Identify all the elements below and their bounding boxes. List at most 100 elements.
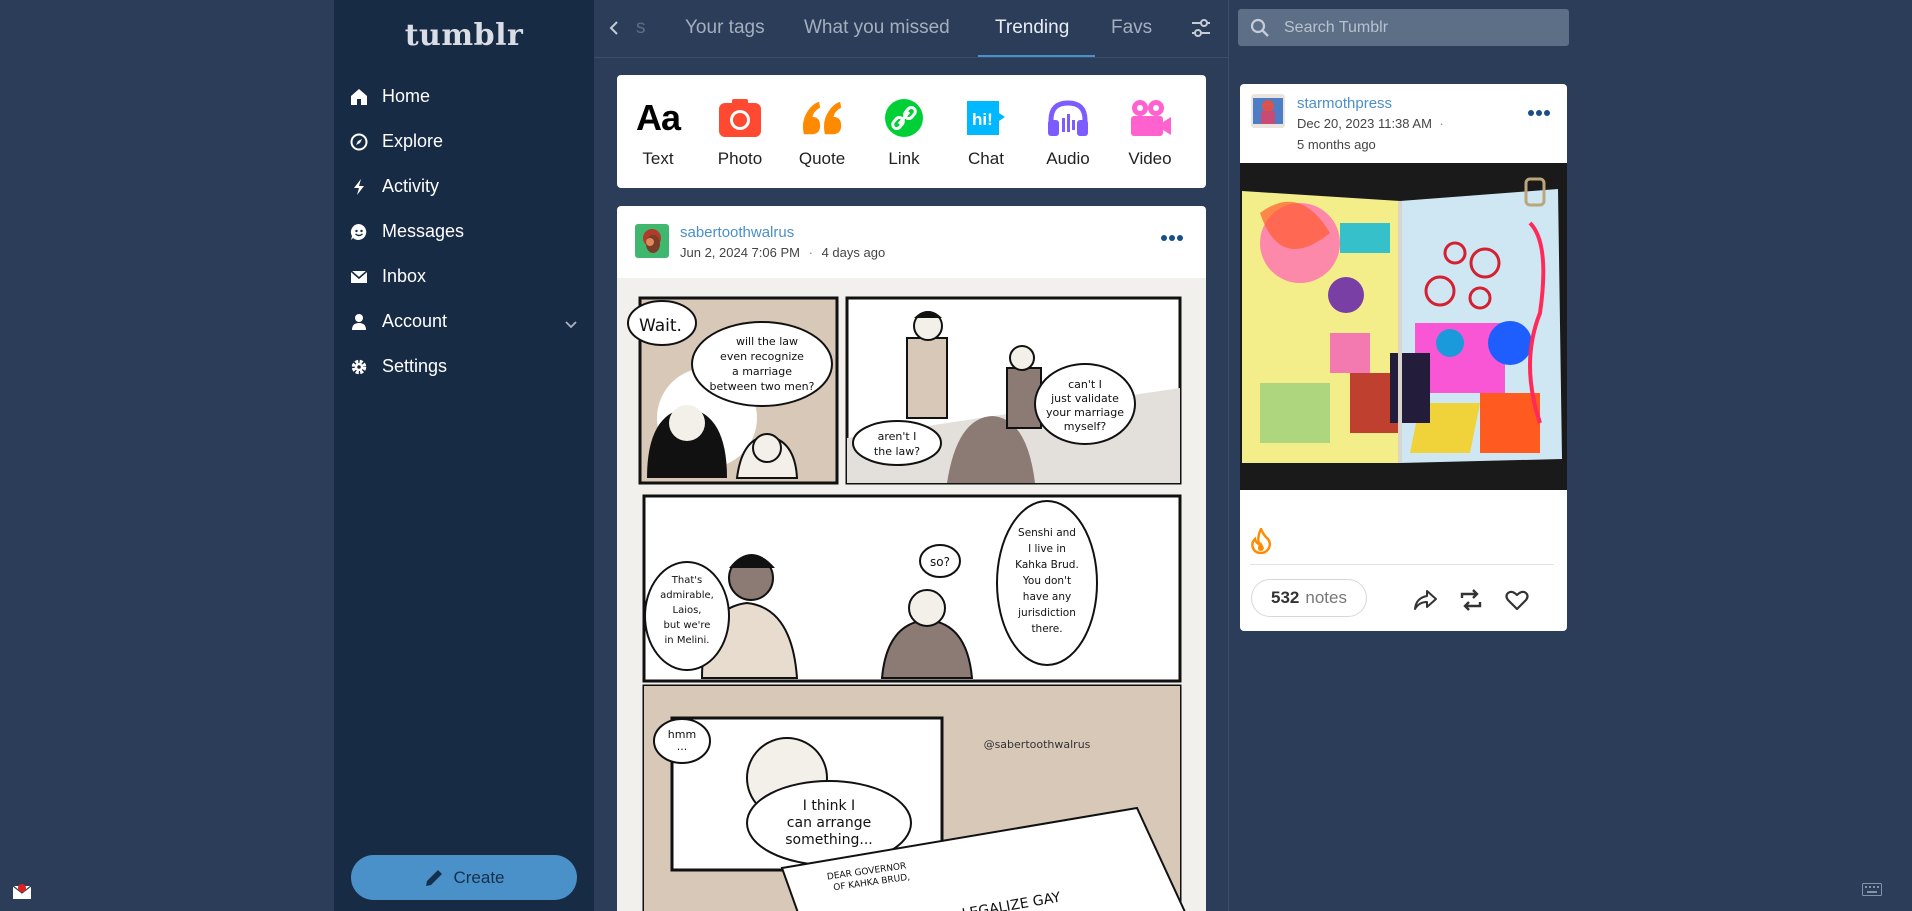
- nav-label: Activity: [382, 176, 440, 196]
- blog-name-link[interactable]: starmothpress: [1297, 95, 1392, 112]
- search-input[interactable]: [1284, 18, 1544, 37]
- nav-item-settings[interactable]: Settings: [334, 344, 594, 389]
- nav-item-activity[interactable]: Activity: [334, 164, 594, 209]
- post-type-video[interactable]: Video: [1109, 75, 1191, 188]
- camera-icon: [718, 97, 762, 139]
- post-type-photo[interactable]: Photo: [699, 75, 781, 188]
- chevron-down-icon[interactable]: [564, 315, 578, 329]
- comic-caption-2b-1: can't I: [1068, 378, 1102, 391]
- nav-item-account[interactable]: Account: [334, 299, 594, 344]
- comic-caption-3a-2: admirable,: [660, 590, 714, 601]
- feed-tabs: s Your tags What you missed Trending Fav…: [594, 0, 1228, 58]
- comic-caption-2a-1: aren't I: [878, 430, 917, 443]
- main-nav: Home Explore Activity Messages Inbox Acc…: [334, 74, 594, 389]
- tab-your-tags[interactable]: Your tags: [685, 17, 765, 39]
- comic-caption-3a-5: in Melini.: [665, 635, 710, 646]
- comic-caption-1b-2: even recognize: [720, 350, 804, 363]
- tab-partial[interactable]: s: [636, 17, 646, 39]
- sliders-icon[interactable]: [1190, 17, 1212, 39]
- tab-favs[interactable]: Favs: [1111, 17, 1152, 39]
- nav-item-messages[interactable]: Messages: [334, 209, 594, 254]
- nav-label: Explore: [382, 131, 444, 151]
- comic-caption-3c-6: jurisdiction: [1017, 607, 1076, 619]
- post-image-sketchbook[interactable]: [1240, 163, 1567, 490]
- avatar[interactable]: [1251, 94, 1285, 128]
- comic-caption-4b-1: I think I: [803, 798, 855, 814]
- post-type-label: Quote: [798, 149, 846, 168]
- share-icon[interactable]: [1412, 587, 1438, 613]
- comic-caption-1b-1: will the law: [736, 335, 798, 348]
- comic-caption-1b-3: a marriage: [732, 365, 792, 378]
- comic-caption-3c-7: there.: [1031, 623, 1062, 635]
- post-meta: Dec 20, 2023 11:38 AM ·: [1297, 116, 1444, 131]
- post-type-chat[interactable]: hi! Chat: [945, 75, 1027, 188]
- pencil-icon: [426, 869, 443, 886]
- video-camera-icon: [1128, 97, 1172, 139]
- mail-notification-icon[interactable]: [12, 882, 32, 900]
- reblog-icon[interactable]: [1458, 587, 1484, 613]
- post-type-quote[interactable]: Quote: [781, 75, 863, 188]
- post-type-label: Link: [888, 149, 920, 168]
- tab-trending[interactable]: Trending: [995, 17, 1069, 39]
- comic-artist-credit: @sabertoothwalrus: [984, 738, 1091, 751]
- comic-caption-3c-2: I live in: [1028, 543, 1066, 555]
- comic-caption-4b-2: can arrange: [787, 815, 871, 831]
- envelope-icon: [350, 268, 368, 286]
- side-post-card: starmothpress Dec 20, 2023 11:38 AM · 5 …: [1240, 84, 1567, 631]
- comic-caption-3a-4: but we're: [664, 620, 711, 631]
- more-options-icon[interactable]: [1527, 109, 1551, 117]
- nav-label: Settings: [382, 356, 448, 376]
- nav-label: Inbox: [382, 266, 427, 286]
- create-button[interactable]: Create: [351, 855, 577, 900]
- comic-caption-3c-5: have any: [1023, 591, 1071, 603]
- comic-caption-2b-4: myself?: [1064, 420, 1107, 433]
- post-type-label: Audio: [1046, 149, 1090, 168]
- nav-label: Messages: [382, 221, 465, 241]
- post-image-comic[interactable]: Wait. will the law even recognize a marr…: [617, 278, 1206, 911]
- blog-name-link[interactable]: sabertoothwalrus: [680, 224, 794, 241]
- lightning-icon: [350, 178, 368, 196]
- tumblr-logo[interactable]: tumblr: [334, 18, 594, 53]
- notes-label: notes: [1305, 588, 1347, 607]
- person-icon: [350, 313, 368, 331]
- quote-icon: [800, 97, 844, 139]
- comic-caption-2a-2: the law?: [874, 445, 920, 458]
- post-type-bar: Aa Text Photo Quote Link hi! Chat Audio …: [617, 75, 1206, 188]
- avatar[interactable]: [635, 224, 669, 258]
- nav-label: Account: [382, 311, 448, 331]
- nav-item-inbox[interactable]: Inbox: [334, 254, 594, 299]
- divider: [1250, 564, 1554, 565]
- chevron-left-icon[interactable]: [604, 18, 624, 38]
- svg-text:hi!: hi!: [972, 110, 993, 129]
- post-date[interactable]: Dec 20, 2023 11:38 AM: [1297, 116, 1432, 131]
- smiley-chat-icon: [350, 223, 368, 241]
- search-bar: [1238, 9, 1569, 46]
- gear-icon: [350, 358, 368, 376]
- nav-item-home[interactable]: Home: [334, 74, 594, 119]
- text-icon: Aa: [635, 97, 681, 138]
- post-date[interactable]: Jun 2, 2024 7:06 PM: [680, 245, 800, 260]
- post-type-link[interactable]: Link: [863, 75, 945, 188]
- post-relative-time: 4 days ago: [821, 245, 886, 260]
- more-options-icon[interactable]: [1160, 234, 1184, 242]
- left-sidebar: tumblr Home Explore Activity Messages In…: [334, 0, 594, 911]
- comic-caption-3b: so?: [930, 555, 950, 569]
- fire-icon: [1251, 528, 1271, 554]
- notes-button[interactable]: 532 notes: [1251, 579, 1367, 617]
- post-type-label: Text: [642, 149, 674, 168]
- create-label: Create: [453, 867, 505, 887]
- comic-caption-1: Wait.: [639, 316, 682, 336]
- keyboard-icon[interactable]: [1862, 883, 1882, 896]
- post-relative-time: 5 months ago: [1297, 137, 1376, 152]
- post-type-text[interactable]: Aa Text: [617, 75, 699, 188]
- compass-icon: [350, 133, 368, 151]
- tab-what-you-missed[interactable]: What you missed: [804, 17, 950, 39]
- post-type-label: Video: [1128, 149, 1172, 168]
- post-type-audio[interactable]: Audio: [1027, 75, 1109, 188]
- comic-caption-4b-3: something...: [785, 832, 872, 848]
- nav-item-explore[interactable]: Explore: [334, 119, 594, 164]
- comic-caption-3a-3: Laios,: [673, 605, 702, 616]
- like-heart-icon[interactable]: [1504, 587, 1530, 613]
- comic-caption-3c-1: Senshi and: [1018, 527, 1076, 539]
- comic-caption-3c-3: Kahka Brud.: [1015, 559, 1079, 571]
